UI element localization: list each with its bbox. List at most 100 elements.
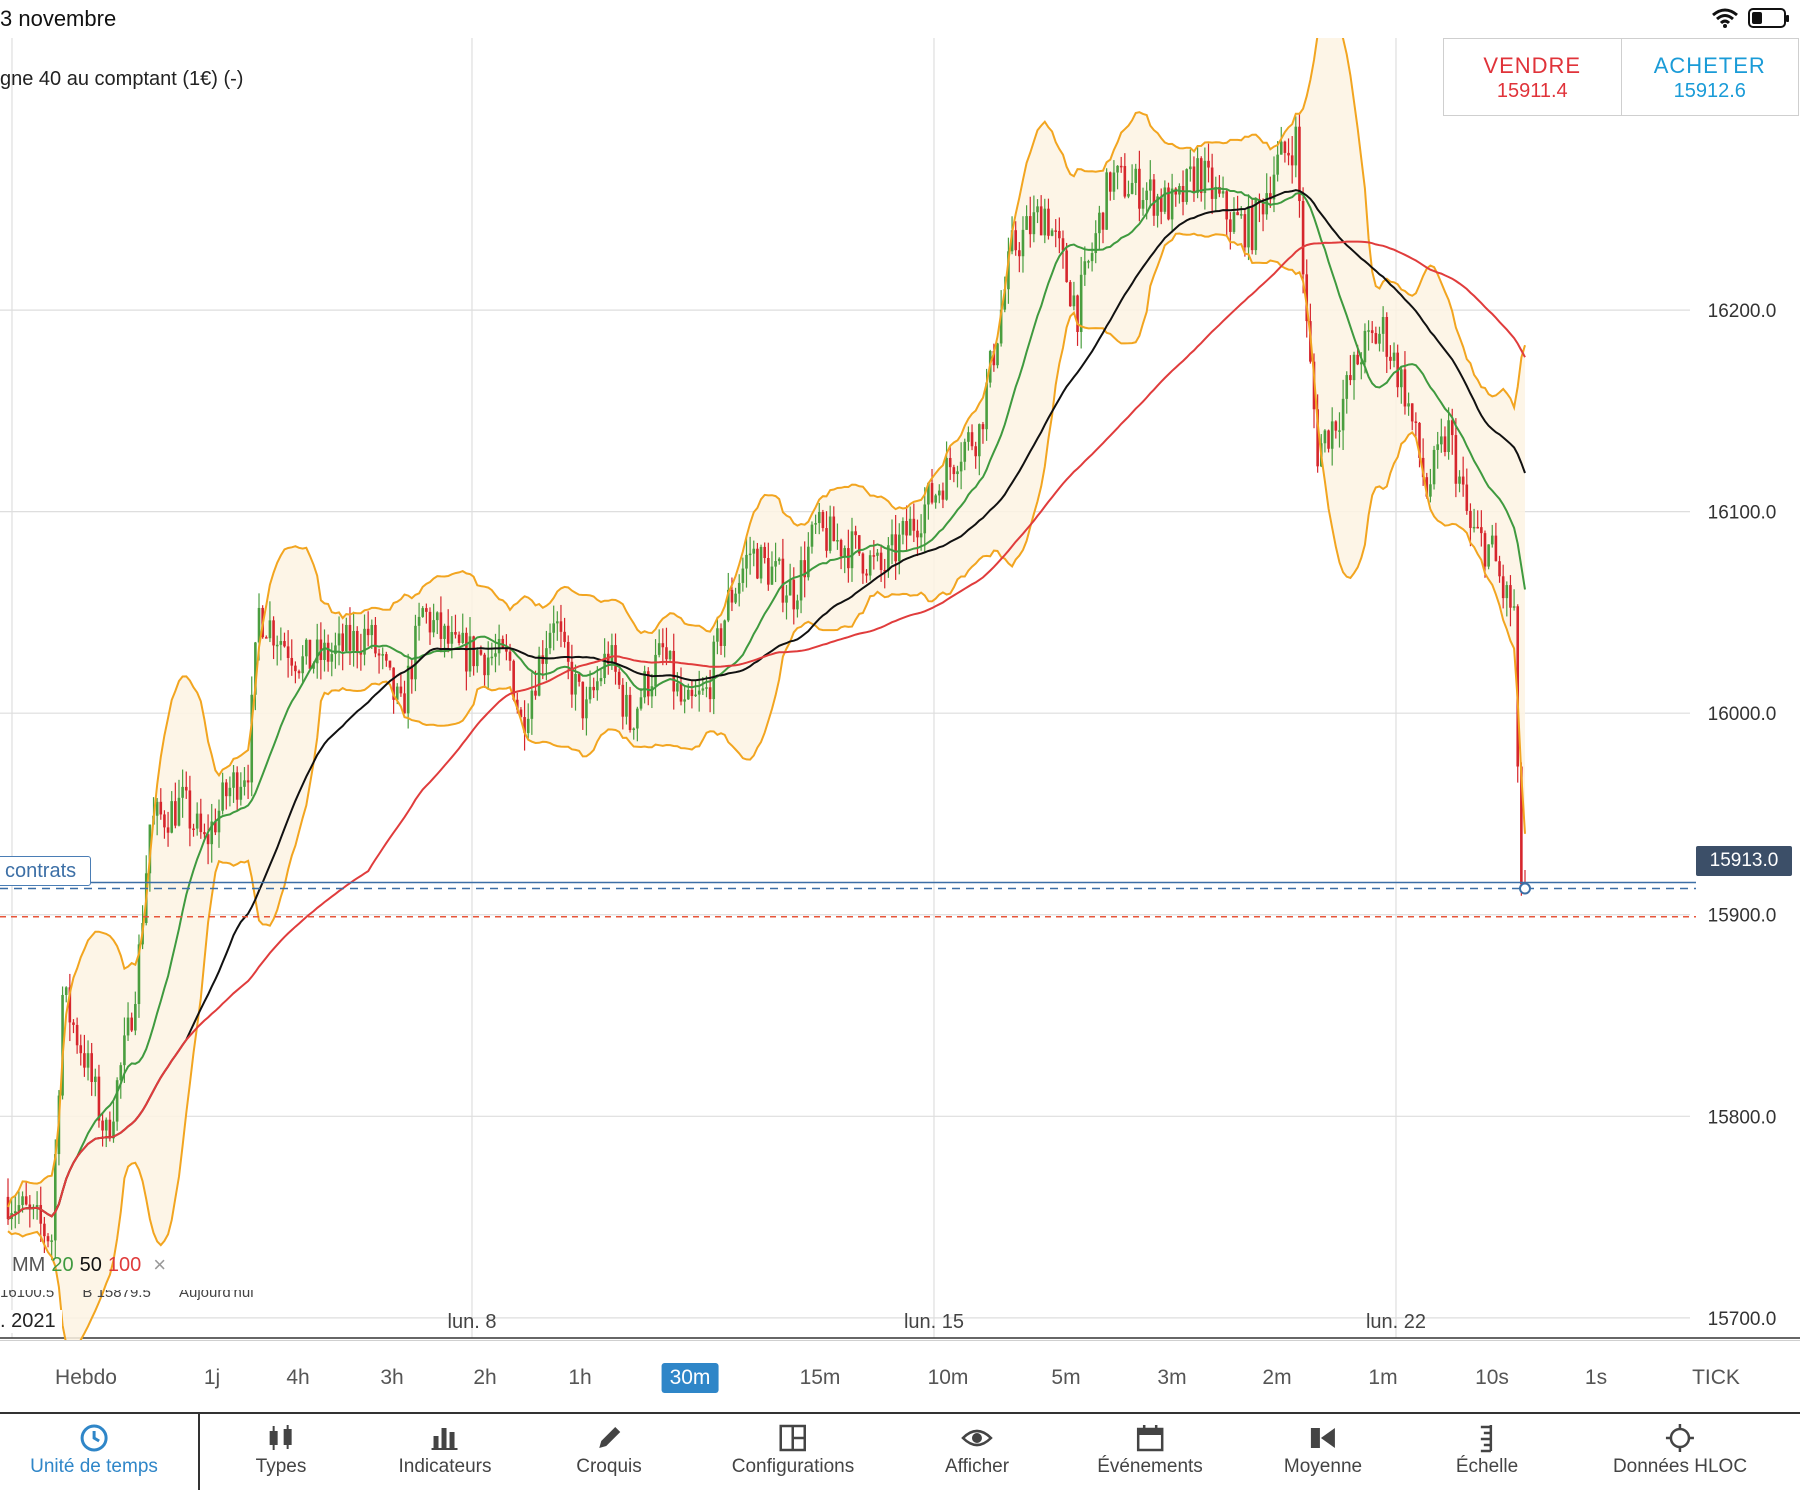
candle-body bbox=[1141, 200, 1145, 209]
buy-button[interactable]: ACHETER 15912.6 bbox=[1620, 39, 1799, 115]
timeframe-hebdo[interactable]: Hebdo bbox=[47, 1363, 125, 1393]
candle-body bbox=[1229, 219, 1232, 232]
candle-body bbox=[101, 1120, 104, 1131]
sell-button[interactable]: VENDRE 15911.4 bbox=[1444, 39, 1621, 115]
y-tick-label: 15900.0 bbox=[1708, 906, 1777, 927]
candle-body bbox=[163, 814, 166, 828]
candle-body bbox=[39, 1205, 43, 1224]
candle-body bbox=[741, 568, 745, 583]
candle-body bbox=[1039, 206, 1043, 236]
timeframe-2h[interactable]: 2h bbox=[465, 1363, 504, 1393]
toolbar-crosshair-button[interactable]: Données HLOC bbox=[1613, 1422, 1747, 1478]
toolbar-eye-button[interactable]: Afficher bbox=[945, 1422, 1009, 1478]
toolbar-candlestick-button[interactable]: Types bbox=[255, 1422, 307, 1478]
candle-body bbox=[1112, 172, 1116, 192]
toolbar-clock-button[interactable]: Unité de temps bbox=[30, 1422, 158, 1478]
toolbar-label: Moyenne bbox=[1283, 1456, 1363, 1477]
candle-body bbox=[654, 654, 657, 687]
calendar-icon bbox=[1136, 1425, 1164, 1452]
y-tick-label: 16000.0 bbox=[1708, 704, 1777, 725]
candle-body bbox=[1061, 238, 1065, 251]
candle-body bbox=[952, 467, 956, 475]
candle-body bbox=[337, 633, 341, 646]
candle-body bbox=[712, 641, 716, 700]
candle-body bbox=[767, 558, 770, 585]
candle-body bbox=[1363, 330, 1367, 363]
candle-body bbox=[83, 1053, 86, 1068]
timeframe-1s[interactable]: 1s bbox=[1577, 1363, 1615, 1393]
candle-body bbox=[1192, 166, 1196, 193]
candle-body bbox=[305, 639, 308, 657]
hloc-low: B 15879.5 bbox=[82, 1290, 151, 1301]
close-icon[interactable]: × bbox=[153, 1252, 166, 1278]
candle-body bbox=[610, 645, 614, 664]
candle-body bbox=[1414, 421, 1418, 423]
candle-body bbox=[104, 1119, 108, 1131]
candle-body bbox=[352, 630, 355, 651]
candle-body bbox=[1400, 369, 1403, 388]
timeframe-5m[interactable]: 5m bbox=[1043, 1363, 1088, 1393]
candle-body bbox=[188, 790, 192, 829]
timeframe-3m[interactable]: 3m bbox=[1149, 1363, 1194, 1393]
candle-body bbox=[475, 650, 479, 667]
toolbar-label: Types bbox=[255, 1456, 307, 1477]
timeframe-15m[interactable]: 15m bbox=[792, 1363, 849, 1393]
toolbar-calendar-button[interactable]: Événements bbox=[1097, 1422, 1203, 1478]
candle-body bbox=[690, 689, 694, 697]
candle-body bbox=[865, 573, 868, 576]
candle-body bbox=[821, 511, 825, 529]
toolbar-bar-chart-button[interactable]: Indicateurs bbox=[399, 1422, 491, 1478]
scale-icon bbox=[1480, 1425, 1493, 1453]
candle-body bbox=[1469, 510, 1472, 528]
candle-body bbox=[235, 772, 239, 800]
position-tag[interactable]: contrats bbox=[0, 856, 92, 886]
candle-body bbox=[1225, 191, 1228, 220]
bollinger-fill bbox=[8, 38, 1525, 1340]
toolbar-scale-button[interactable]: Échelle bbox=[1456, 1422, 1518, 1478]
candle-body bbox=[450, 632, 454, 644]
price-chart[interactable]: 16200.0 16100.0 16000.0 15900.0 15800.0 15700… bbox=[0, 38, 1800, 1340]
candle-body bbox=[1501, 576, 1505, 599]
timeframe-1h[interactable]: 1h bbox=[560, 1363, 599, 1393]
timeframe-1m[interactable]: 1m bbox=[1360, 1363, 1405, 1393]
candle-body bbox=[799, 560, 803, 601]
sell-label: VENDRE bbox=[1483, 53, 1582, 78]
candle-body bbox=[1512, 606, 1516, 608]
candle-body bbox=[588, 686, 592, 700]
candle-body bbox=[901, 521, 905, 535]
candle-body bbox=[967, 432, 970, 442]
timeframe-10s[interactable]: 10s bbox=[1467, 1363, 1517, 1393]
toolbar-rewind-button[interactable]: Moyenne bbox=[1284, 1422, 1362, 1478]
candle-body bbox=[272, 620, 275, 646]
candle-body bbox=[457, 634, 461, 643]
candle-body bbox=[414, 625, 417, 680]
candle-body bbox=[1261, 202, 1265, 215]
candle-body bbox=[1119, 165, 1123, 168]
y-tick-label: 15700.0 bbox=[1708, 1309, 1777, 1330]
timeframe-4h[interactable]: 4h bbox=[278, 1363, 317, 1393]
timeframe-30m[interactable]: 30m bbox=[661, 1363, 719, 1393]
timeframe-3h[interactable]: 3h bbox=[372, 1363, 411, 1393]
candle-body bbox=[730, 589, 734, 603]
timeframe-1j[interactable]: 1j bbox=[196, 1363, 228, 1393]
candle-body bbox=[6, 1196, 10, 1220]
candle-body bbox=[770, 566, 774, 585]
candle-body bbox=[1014, 230, 1017, 251]
candle-body bbox=[1207, 160, 1210, 168]
timeframe-2m[interactable]: 2m bbox=[1254, 1363, 1299, 1393]
timeframe-tick[interactable]: TICK bbox=[1684, 1363, 1748, 1393]
candle-body bbox=[1105, 172, 1108, 230]
candle-body bbox=[64, 987, 68, 995]
candle-body bbox=[294, 665, 297, 672]
candle-body bbox=[94, 1076, 97, 1082]
candle-body bbox=[974, 446, 977, 457]
candle-body bbox=[268, 620, 272, 639]
toolbar-layout-button[interactable]: Configurations bbox=[732, 1422, 854, 1478]
timeframe-10m[interactable]: 10m bbox=[920, 1363, 977, 1393]
candle-body bbox=[443, 625, 446, 639]
toolbar-pencil-button[interactable]: Croquis bbox=[576, 1422, 642, 1478]
candle-body bbox=[1254, 199, 1258, 251]
candle-body bbox=[919, 533, 923, 538]
timeframe-bar: Hebdo 1j 4h 3h 2h 1h 30m 15m 10m 5m 3m 2m 1m 10s 1s TIC… bbox=[0, 1340, 1800, 1412]
candle-body bbox=[1127, 193, 1130, 197]
